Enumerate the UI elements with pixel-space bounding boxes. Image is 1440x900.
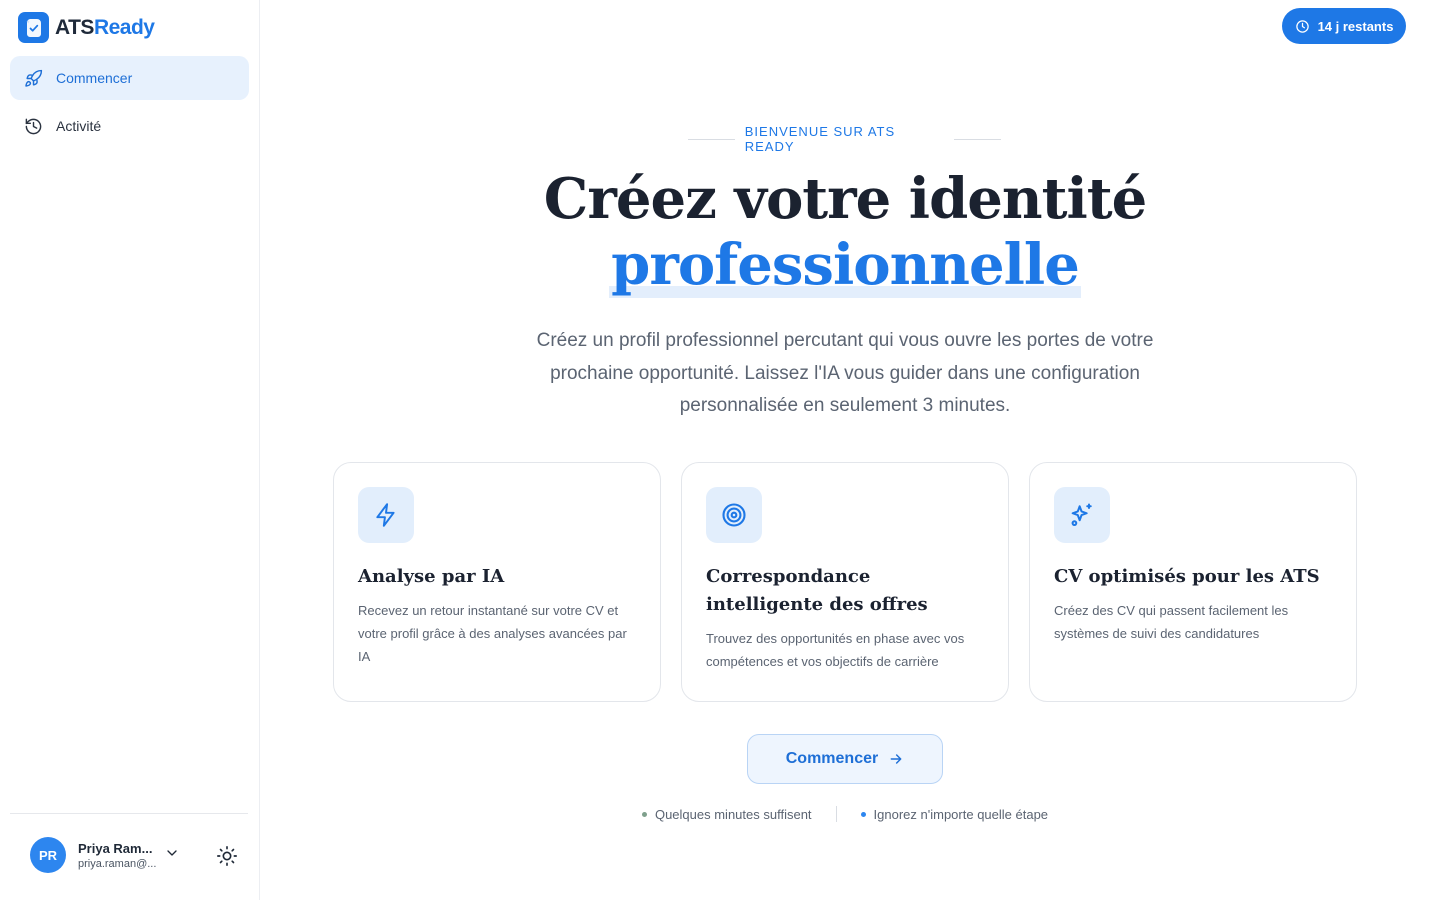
brand-name-prefix: ATS [55,15,94,39]
sidebar-item-commencer[interactable]: Commencer [10,56,249,100]
target-icon [706,487,762,543]
lightning-icon [358,487,414,543]
eyebrow-line-left [688,138,735,140]
rocket-icon [23,68,43,88]
brand-logo[interactable]: ATSReady [18,12,155,43]
hint-label: Ignorez n'importe quelle étape [873,806,1049,822]
welcome-eyebrow: BIENVENUE SUR ATS READY [688,124,1001,154]
trial-days-badge[interactable]: 14 j restants [1282,8,1406,44]
user-email: priya.raman@... [78,857,157,870]
page-title: Créez votre identité [543,166,1147,232]
hint-dot [641,811,647,817]
page-title-highlight: professionnelle [460,232,1230,298]
user-info: Priya Ram... priya.raman@... [78,841,158,870]
sidebar-item-activite[interactable]: Activité [10,104,249,148]
sidebar-item-label: Commencer [56,70,133,86]
hint-item: Ignorez n'importe quelle étape [860,806,1049,822]
start-button[interactable]: Commencer [747,734,943,784]
hint-separator [835,806,837,822]
sparkles-icon [1054,487,1110,543]
user-name: Priya Ram... [78,840,153,856]
feature-description: Trouvez des opportunités en phase avec v… [706,631,965,669]
feature-title: CV optimisés pour les ATS [1054,566,1320,587]
clock-icon [1295,19,1310,34]
sun-icon[interactable] [216,845,238,867]
arrow-right-icon [888,751,904,767]
eyebrow-text: BIENVENUE SUR ATS READY [744,124,896,154]
user-menu[interactable]: PR Priya Ram... priya.raman@... [30,837,158,873]
feature-title: Correspondance intelligente des offres [706,566,928,615]
hint-dot [860,811,866,817]
eyebrow-line-right [954,138,1001,140]
start-button-label: Commencer [785,750,879,767]
feature-title: Analyse par IA [358,566,505,587]
hint-item: Quelques minutes suffisent [641,806,812,822]
history-icon [23,116,43,136]
hints-row: Quelques minutes suffisent Ignorez n'imp… [620,804,1070,824]
feature-card-ats-cv: CV optimisés pour les ATS Créez des CV q… [1029,462,1357,702]
brand-name: ATSReady [55,15,155,40]
feature-description: Créez des CV qui passent facilement les … [1054,603,1289,641]
page-title-highlight-text: professionnelle [609,232,1081,298]
sidebar: ATSReady Commencer Activité PR Priya Ram… [0,0,260,900]
hint-label: Quelques minutes suffisent [654,806,812,822]
brand-name-suffix: Ready [93,15,155,39]
avatar: PR [30,837,66,873]
brand-logo-icon [18,12,49,43]
sidebar-divider [10,813,248,814]
feature-description: Recevez un retour instantané sur votre C… [358,603,627,664]
trial-days-label: 14 j restants [1317,18,1394,34]
sidebar-item-label: Activité [56,118,102,134]
feature-card-ai-analysis: Analyse par IA Recevez un retour instant… [333,462,661,702]
chevron-down-icon[interactable] [164,845,180,861]
hero-subtitle: Créez un profil professionnel percutant … [536,330,1154,416]
feature-card-job-matching: Correspondance intelligente des offres T… [681,462,1009,702]
